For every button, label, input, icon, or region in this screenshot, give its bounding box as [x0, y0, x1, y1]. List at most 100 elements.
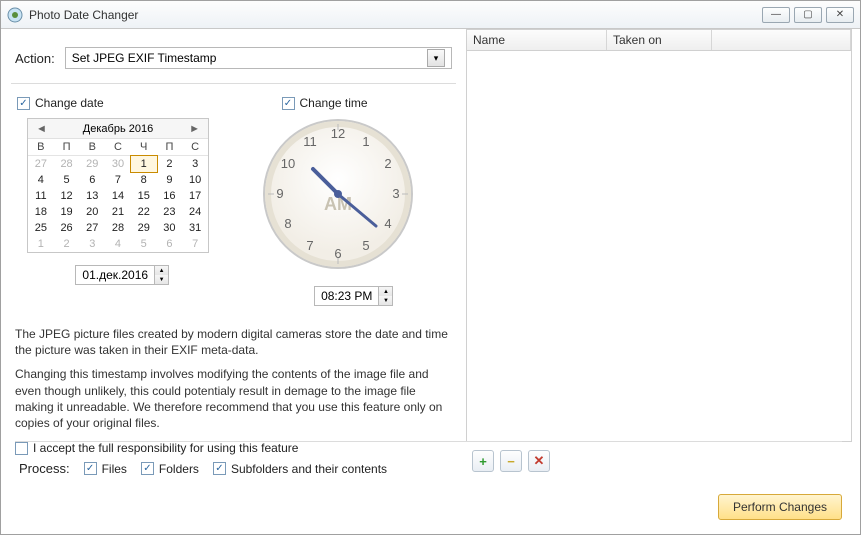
accept-responsibility-checkbox[interactable]: I accept the full responsibility for usi…: [11, 441, 456, 455]
calendar-day[interactable]: 25: [28, 220, 54, 236]
calendar-day[interactable]: 29: [131, 220, 157, 236]
add-file-button[interactable]: +: [472, 450, 494, 472]
calendar-day[interactable]: 8: [131, 172, 157, 188]
window-title: Photo Date Changer: [29, 8, 758, 22]
svg-text:5: 5: [362, 238, 369, 253]
calendar-dow: В: [79, 139, 105, 156]
action-row: Action: Set JPEG EXIF Timestamp ▾: [11, 37, 456, 83]
perform-changes-button[interactable]: Perform Changes: [718, 494, 842, 520]
spin-up-icon[interactable]: ▲: [378, 287, 392, 296]
calendar-day[interactable]: 11: [28, 188, 54, 204]
process-row: Process: Files Folders Subfolders and th…: [19, 461, 387, 476]
calendar-day[interactable]: 26: [54, 220, 80, 236]
calendar-day[interactable]: 3: [79, 236, 105, 252]
calendar-day[interactable]: 30: [105, 156, 131, 172]
calendar-day[interactable]: 19: [54, 204, 80, 220]
process-folders-checkbox[interactable]: Folders: [141, 462, 199, 476]
svg-text:9: 9: [276, 186, 283, 201]
minimize-button[interactable]: —: [762, 7, 790, 23]
calendar-day[interactable]: 6: [79, 172, 105, 188]
checkbox-icon: [17, 97, 30, 110]
calendar-day[interactable]: 4: [28, 172, 54, 188]
calendar-day[interactable]: 27: [79, 220, 105, 236]
calendar-dow: Ч: [131, 139, 157, 156]
calendar-day[interactable]: 21: [105, 204, 131, 220]
calendar[interactable]: ◄ Декабрь 2016 ► ВПВСЧПС2728293012345678…: [27, 118, 209, 253]
svg-text:8: 8: [284, 216, 291, 231]
change-time-checkbox[interactable]: Change time: [282, 96, 451, 110]
checkbox-icon: [84, 462, 97, 475]
calendar-day[interactable]: 15: [131, 188, 157, 204]
file-table-header: Name Taken on: [466, 29, 852, 51]
column-taken-on[interactable]: Taken on: [607, 30, 712, 50]
calendar-day[interactable]: 30: [157, 220, 183, 236]
calendar-day[interactable]: 16: [157, 188, 183, 204]
calendar-day[interactable]: 14: [105, 188, 131, 204]
calendar-dow: С: [182, 139, 208, 156]
calendar-day[interactable]: 2: [157, 156, 183, 172]
calendar-day[interactable]: 22: [131, 204, 157, 220]
calendar-day[interactable]: 23: [157, 204, 183, 220]
spin-down-icon[interactable]: ▼: [154, 275, 168, 284]
calendar-day[interactable]: 28: [54, 156, 80, 172]
calendar-day[interactable]: 20: [79, 204, 105, 220]
separator: [11, 83, 456, 84]
calendar-day[interactable]: 18: [28, 204, 54, 220]
calendar-day[interactable]: 2: [54, 236, 80, 252]
date-spinner[interactable]: 01.дек.2016 ▲▼: [75, 265, 169, 285]
calendar-day[interactable]: 5: [54, 172, 80, 188]
calendar-day[interactable]: 3: [182, 156, 208, 172]
calendar-day[interactable]: 1: [131, 156, 157, 172]
svg-text:3: 3: [392, 186, 399, 201]
calendar-day[interactable]: 7: [182, 236, 208, 252]
calendar-day[interactable]: 24: [182, 204, 208, 220]
calendar-day[interactable]: 28: [105, 220, 131, 236]
dropdown-icon[interactable]: ▾: [427, 49, 445, 67]
calendar-day[interactable]: 7: [105, 172, 131, 188]
checkbox-icon: [15, 442, 28, 455]
spin-down-icon[interactable]: ▼: [378, 296, 392, 305]
calendar-day[interactable]: 5: [131, 236, 157, 252]
calendar-day[interactable]: 6: [157, 236, 183, 252]
checkbox-icon: [141, 462, 154, 475]
app-icon: [7, 7, 23, 23]
maximize-button[interactable]: ▢: [794, 7, 822, 23]
change-date-checkbox[interactable]: Change date: [17, 96, 228, 110]
svg-text:11: 11: [303, 134, 317, 149]
checkbox-icon: [282, 97, 295, 110]
calendar-day[interactable]: 12: [54, 188, 80, 204]
calendar-dow: П: [54, 139, 80, 156]
checkbox-icon: [213, 462, 226, 475]
file-table-body[interactable]: [466, 51, 852, 442]
svg-text:10: 10: [280, 156, 294, 171]
calendar-day[interactable]: 27: [28, 156, 54, 172]
calendar-dow: В: [28, 139, 54, 156]
process-files-checkbox[interactable]: Files: [84, 462, 127, 476]
calendar-dow: П: [157, 139, 183, 156]
calendar-day[interactable]: 31: [182, 220, 208, 236]
action-select[interactable]: Set JPEG EXIF Timestamp ▾: [65, 47, 452, 69]
process-subfolders-checkbox[interactable]: Subfolders and their contents: [213, 462, 387, 476]
svg-text:1: 1: [362, 134, 369, 149]
analog-clock: 1212 345 678 91011 AM: [258, 114, 451, 274]
close-button[interactable]: ✕: [826, 7, 854, 23]
time-spinner[interactable]: 08:23 PM ▲▼: [314, 286, 393, 306]
action-label: Action:: [15, 51, 55, 66]
calendar-day[interactable]: 4: [105, 236, 131, 252]
calendar-day[interactable]: 29: [79, 156, 105, 172]
svg-text:4: 4: [384, 216, 391, 231]
calendar-day[interactable]: 1: [28, 236, 54, 252]
calendar-day[interactable]: 9: [157, 172, 183, 188]
prev-month-icon[interactable]: ◄: [32, 123, 51, 135]
calendar-dow: С: [105, 139, 131, 156]
calendar-day[interactable]: 13: [79, 188, 105, 204]
clear-files-button[interactable]: ✕: [528, 450, 550, 472]
next-month-icon[interactable]: ►: [185, 123, 204, 135]
action-value: Set JPEG EXIF Timestamp: [72, 51, 217, 65]
svg-text:2: 2: [384, 156, 391, 171]
spin-up-icon[interactable]: ▲: [154, 266, 168, 275]
remove-file-button[interactable]: −: [500, 450, 522, 472]
calendar-day[interactable]: 10: [182, 172, 208, 188]
calendar-day[interactable]: 17: [182, 188, 208, 204]
column-name[interactable]: Name: [467, 30, 607, 50]
